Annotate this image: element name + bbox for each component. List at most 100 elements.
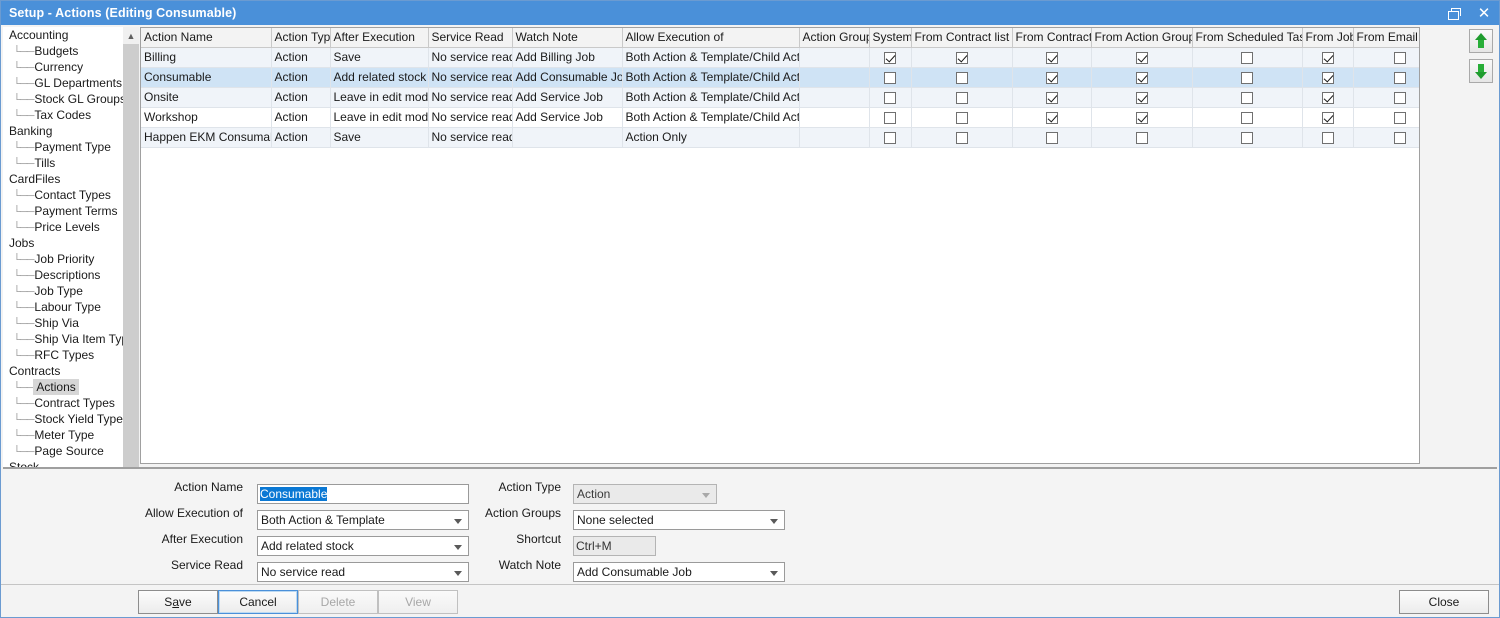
cell-allow-execution-of[interactable]: Action Only (622, 127, 799, 147)
cell-from-email-action[interactable] (1353, 87, 1420, 107)
cell-action-groups[interactable] (799, 87, 869, 107)
row-checkbox[interactable] (1046, 132, 1058, 144)
column-header-from-action-group[interactable]: From Action Group (1091, 28, 1192, 47)
cell-from-job[interactable] (1302, 127, 1353, 147)
cell-from-contract[interactable] (1012, 87, 1091, 107)
cell-from-contract[interactable] (1012, 67, 1091, 87)
cell-from-scheduled-task[interactable] (1192, 127, 1302, 147)
cell-from-action-group[interactable] (1091, 127, 1192, 147)
cell-watch-note[interactable]: Add Consumable Job (512, 67, 622, 87)
cell-service-read[interactable]: No service read (428, 67, 512, 87)
cell-action-type[interactable]: Action (271, 87, 330, 107)
cell-action-groups[interactable] (799, 67, 869, 87)
row-checkbox[interactable] (884, 72, 896, 84)
action-name-input[interactable]: Consumable (257, 484, 469, 504)
action-groups-dropdown[interactable]: None selected (573, 510, 785, 530)
row-checkbox[interactable] (1322, 132, 1334, 144)
cell-from-email-action[interactable] (1353, 107, 1420, 127)
cell-from-scheduled-task[interactable] (1192, 47, 1302, 67)
cell-after-execution[interactable]: Save (330, 127, 428, 147)
cell-action-groups[interactable] (799, 127, 869, 147)
cell-watch-note[interactable]: Add Billing Job (512, 47, 622, 67)
column-header-from-job[interactable]: From Job (1302, 28, 1353, 47)
cell-service-read[interactable]: No service read (428, 107, 512, 127)
column-header-allow-execution-of[interactable]: Allow Execution of (622, 28, 799, 47)
row-checkbox[interactable] (1394, 72, 1406, 84)
column-header-action-name[interactable]: Action Name (141, 28, 271, 47)
column-header-system[interactable]: System (869, 28, 911, 47)
row-checkbox[interactable] (1394, 132, 1406, 144)
restore-button[interactable] (1439, 1, 1469, 25)
row-checkbox[interactable] (1136, 52, 1148, 64)
table-row[interactable]: OnsiteActionLeave in edit modeNo service… (141, 87, 1420, 107)
row-checkbox[interactable] (1322, 92, 1334, 104)
cell-from-contract-list[interactable] (911, 107, 1012, 127)
row-checkbox[interactable] (1241, 92, 1253, 104)
column-header-service-read[interactable]: Service Read (428, 28, 512, 47)
sidebar-item-price-levels[interactable]: └──Price Levels (3, 219, 123, 235)
row-checkbox[interactable] (956, 112, 968, 124)
sidebar-item-banking[interactable]: Banking (3, 123, 123, 139)
cell-from-email-action[interactable] (1353, 47, 1420, 67)
sidebar-item-payment-terms[interactable]: └──Payment Terms (3, 203, 123, 219)
row-checkbox[interactable] (1322, 112, 1334, 124)
cell-service-read[interactable]: No service read (428, 47, 512, 67)
row-checkbox[interactable] (956, 52, 968, 64)
row-checkbox[interactable] (1136, 132, 1148, 144)
sidebar-item-actions[interactable]: └──Actions (3, 379, 123, 395)
sidebar-item-contact-types[interactable]: └──Contact Types (3, 187, 123, 203)
row-checkbox[interactable] (1241, 52, 1253, 64)
allow-execution-of-dropdown[interactable]: Both Action & Template (257, 510, 469, 530)
cell-from-scheduled-task[interactable] (1192, 67, 1302, 87)
column-header-from-scheduled-task[interactable]: From Scheduled Task (1192, 28, 1302, 47)
cell-from-action-group[interactable] (1091, 107, 1192, 127)
cell-system[interactable] (869, 47, 911, 67)
column-header-action-type[interactable]: Action Type (271, 28, 330, 47)
cell-system[interactable] (869, 107, 911, 127)
row-checkbox[interactable] (956, 132, 968, 144)
cell-from-scheduled-task[interactable] (1192, 87, 1302, 107)
sidebar-item-stock-yield-types[interactable]: └──Stock Yield Types (3, 411, 123, 427)
cell-action-type[interactable]: Action (271, 47, 330, 67)
sidebar-item-contract-types[interactable]: └──Contract Types (3, 395, 123, 411)
sidebar-item-ship-via-item-types[interactable]: └──Ship Via Item Types (3, 331, 123, 347)
cell-after-execution[interactable]: Save (330, 47, 428, 67)
row-checkbox[interactable] (884, 52, 896, 64)
cell-system[interactable] (869, 67, 911, 87)
sidebar-item-ship-via[interactable]: └──Ship Via (3, 315, 123, 331)
row-checkbox[interactable] (956, 92, 968, 104)
cell-from-contract[interactable] (1012, 107, 1091, 127)
move-up-button[interactable] (1469, 29, 1493, 53)
sidebar-item-job-priority[interactable]: └──Job Priority (3, 251, 123, 267)
row-checkbox[interactable] (1046, 52, 1058, 64)
row-checkbox[interactable] (1046, 92, 1058, 104)
cell-from-job[interactable] (1302, 47, 1353, 67)
table-row[interactable]: BillingActionSaveNo service readAdd Bill… (141, 47, 1420, 67)
cell-after-execution[interactable]: Leave in edit mode (330, 107, 428, 127)
cell-watch-note[interactable]: Add Service Job (512, 87, 622, 107)
sidebar-vscroll-thumb[interactable] (123, 44, 139, 504)
cell-allow-execution-of[interactable]: Both Action & Template/Child Action (622, 47, 799, 67)
cell-system[interactable] (869, 87, 911, 107)
close-button-bottom[interactable]: Close (1399, 590, 1489, 614)
sidebar-item-descriptions[interactable]: └──Descriptions (3, 267, 123, 283)
column-header-from-contract[interactable]: From Contract (1012, 28, 1091, 47)
save-button[interactable]: Save (138, 590, 218, 614)
cell-after-execution[interactable]: Leave in edit mode (330, 87, 428, 107)
cell-watch-note[interactable] (512, 127, 622, 147)
column-header-action-groups[interactable]: Action Groups (799, 28, 869, 47)
row-checkbox[interactable] (956, 72, 968, 84)
sidebar-item-page-source[interactable]: └──Page Source (3, 443, 123, 459)
row-checkbox[interactable] (1046, 72, 1058, 84)
cell-from-job[interactable] (1302, 67, 1353, 87)
cell-action-name[interactable]: Onsite (141, 87, 271, 107)
after-execution-dropdown[interactable]: Add related stock (257, 536, 469, 556)
cell-action-type[interactable]: Action (271, 67, 330, 87)
cell-allow-execution-of[interactable]: Both Action & Template/Child Action (622, 67, 799, 87)
cell-action-type[interactable]: Action (271, 127, 330, 147)
cell-from-contract-list[interactable] (911, 67, 1012, 87)
cell-action-name[interactable]: Consumable (141, 67, 271, 87)
column-header-from-contract-list[interactable]: From Contract list (911, 28, 1012, 47)
cell-after-execution[interactable]: Add related stock (330, 67, 428, 87)
watch-note-dropdown[interactable]: Add Consumable Job (573, 562, 785, 582)
